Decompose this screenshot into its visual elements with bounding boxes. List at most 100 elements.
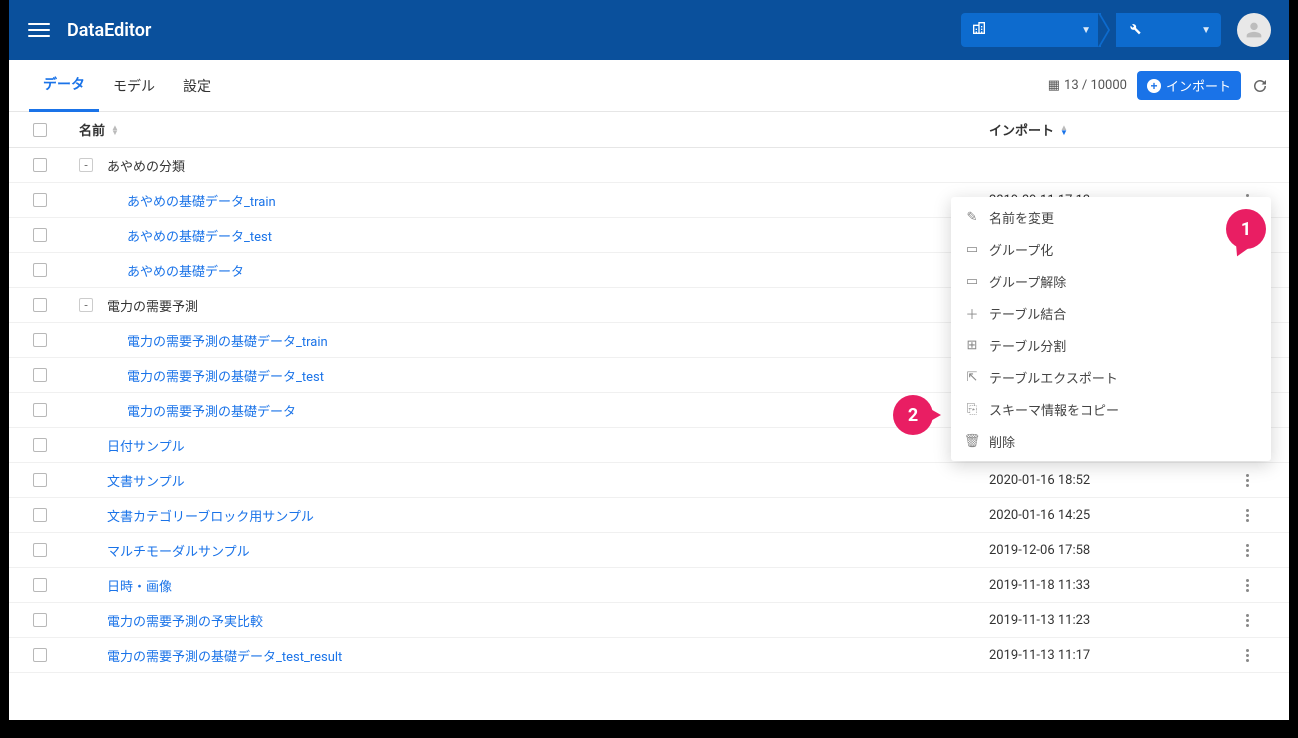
column-name[interactable]: 名前 ▲▼ <box>79 120 989 139</box>
header: DataEditor ▼ ▼ <box>9 0 1289 60</box>
data-table: 名前 ▲▼ インポート ▲▼ -あやめの分類あやめの基礎データ_train 201… <box>9 112 1289 673</box>
tab-settings[interactable]: 設定 <box>169 60 225 112</box>
menu-item[interactable]: ✎ 名前を変更 <box>951 201 1271 233</box>
dataset-link[interactable]: 文書サンプル <box>107 471 185 490</box>
row-checkbox[interactable] <box>33 613 47 627</box>
column-import[interactable]: インポート ▲▼ <box>989 120 1229 139</box>
menu-item-label: グループ解除 <box>989 272 1066 291</box>
tab-data[interactable]: データ <box>29 60 99 112</box>
row-counter: ▦ 13 / 10000 <box>1048 78 1127 93</box>
menu-item-label: 名前を変更 <box>989 208 1054 227</box>
workspace-dropdown[interactable]: ▼ <box>961 13 1101 47</box>
sort-icon: ▲▼ <box>111 125 119 135</box>
chevron-down-icon: ▼ <box>1081 25 1091 36</box>
row-actions-menu[interactable] <box>1239 505 1255 525</box>
dataset-link[interactable]: 日時・画像 <box>107 576 172 595</box>
menu-item[interactable]: ＋ テーブル結合 <box>951 297 1271 329</box>
table-row: マルチモーダルサンプル 2019-12-06 17:58 <box>9 533 1289 568</box>
table-row: 電力の需要予測の基礎データ_test_result 2019-11-13 11:1… <box>9 638 1289 673</box>
menu-item[interactable]: 🗑 削除 <box>951 425 1271 457</box>
row-actions-menu[interactable] <box>1239 470 1255 490</box>
building-icon <box>971 20 987 40</box>
row-actions-menu[interactable] <box>1239 610 1255 630</box>
row-checkbox[interactable] <box>33 263 47 277</box>
collapse-toggle[interactable]: - <box>79 298 93 312</box>
dataset-link[interactable]: 電力の需要予測の予実比較 <box>107 611 263 630</box>
row-checkbox[interactable] <box>33 333 47 347</box>
collapse-toggle[interactable]: - <box>79 158 93 172</box>
menu-item[interactable]: ▭ グループ解除 <box>951 265 1271 297</box>
group-name: 電力の需要予測 <box>107 296 198 315</box>
chevron-down-icon: ▼ <box>1201 25 1211 36</box>
table-icon: ▦ <box>1048 78 1060 93</box>
sort-icon: ▲▼ <box>1060 125 1068 135</box>
menu-item[interactable]: ⊞テーブル分割 <box>951 329 1271 361</box>
row-checkbox[interactable] <box>33 648 47 662</box>
menu-item-label: 削除 <box>989 432 1015 451</box>
select-all-checkbox[interactable] <box>33 123 47 137</box>
import-date: 2020-01-16 18:52 <box>989 473 1229 488</box>
menu-item-label: テーブル結合 <box>989 304 1066 323</box>
dataset-link[interactable]: 文書カテゴリーブロック用サンプル <box>107 506 314 525</box>
menu-item-icon: ⇱ <box>965 370 979 385</box>
row-actions-menu[interactable] <box>1239 540 1255 560</box>
dataset-link[interactable]: あやめの基礎データ <box>127 261 244 280</box>
dataset-link[interactable]: 電力の需要予測の基礎データ_test <box>127 366 324 385</box>
avatar[interactable] <box>1237 13 1271 47</box>
table-row: 文書サンプル 2020-01-16 18:52 <box>9 463 1289 498</box>
dataset-link[interactable]: あやめの基礎データ_test <box>127 226 272 245</box>
row-checkbox[interactable] <box>33 438 47 452</box>
row-checkbox[interactable] <box>33 543 47 557</box>
row-actions-menu[interactable] <box>1239 645 1255 665</box>
wrench-icon <box>1126 20 1142 40</box>
menu-item[interactable]: ⇱ テーブルエクスポート <box>951 361 1271 393</box>
annotation-callout-1: 1 <box>1226 209 1266 249</box>
row-actions-menu[interactable] <box>1239 575 1255 595</box>
user-icon <box>1243 19 1265 41</box>
hamburger-icon[interactable] <box>27 18 51 42</box>
menu-item-icon: 🗑 <box>965 434 979 449</box>
row-checkbox[interactable] <box>33 298 47 312</box>
row-checkbox[interactable] <box>33 578 47 592</box>
tools-dropdown[interactable]: ▼ <box>1116 13 1221 47</box>
dataset-link[interactable]: 日付サンプル <box>107 436 185 455</box>
menu-item-label: テーブルエクスポート <box>989 368 1118 387</box>
refresh-icon[interactable] <box>1251 77 1269 95</box>
menu-item-icon: ▭ <box>965 274 979 289</box>
menu-item-icon: ⎘ <box>965 402 979 417</box>
menu-item-icon: ＋ <box>965 304 979 323</box>
import-date: 2020-01-16 14:25 <box>989 508 1229 523</box>
row-checkbox[interactable] <box>33 473 47 487</box>
menu-item-label: テーブル分割 <box>989 336 1066 355</box>
import-date: 2019-12-06 17:58 <box>989 543 1229 558</box>
row-checkbox[interactable] <box>33 508 47 522</box>
app-window: DataEditor ▼ ▼ データ モデル 設定 ▦ 13 / 10000 <box>9 0 1289 720</box>
menu-item[interactable]: ▭ グループ化 <box>951 233 1271 265</box>
dataset-link[interactable]: マルチモーダルサンプル <box>107 541 250 560</box>
row-checkbox[interactable] <box>33 228 47 242</box>
plus-circle-icon: + <box>1147 79 1161 93</box>
row-checkbox[interactable] <box>33 193 47 207</box>
dataset-link[interactable]: あやめの基礎データ_train <box>127 191 276 210</box>
menu-item-icon: ✎ <box>965 210 979 225</box>
table-row: 電力の需要予測の予実比較2019-11-13 11:23 <box>9 603 1289 638</box>
menu-item-label: グループ化 <box>989 240 1053 259</box>
import-button[interactable]: + インポート <box>1137 71 1241 100</box>
annotation-callout-2: 2 <box>893 395 933 435</box>
dataset-link[interactable]: 電力の需要予測の基礎データ <box>127 401 296 420</box>
row-checkbox[interactable] <box>33 403 47 417</box>
table-row: 日時・画像 2019-11-18 11:33 <box>9 568 1289 603</box>
row-checkbox[interactable] <box>33 368 47 382</box>
app-title: DataEditor <box>67 20 961 41</box>
import-date: 2019-11-13 11:17 <box>989 648 1229 663</box>
dataset-link[interactable]: 電力の需要予測の基礎データ_train <box>127 331 328 350</box>
dataset-link[interactable]: 電力の需要予測の基礎データ_test_result <box>107 646 342 665</box>
menu-item-icon: ▭ <box>965 242 979 257</box>
table-row: -あやめの分類 <box>9 148 1289 183</box>
tab-model[interactable]: モデル <box>99 60 169 112</box>
import-date: 2019-11-18 11:33 <box>989 578 1229 593</box>
context-menu: 1 2 ✎名前を変更▭グループ化▭グループ解除＋テーブル結合⊞テーブル分割⇱テー… <box>951 197 1271 461</box>
row-checkbox[interactable] <box>33 158 47 172</box>
menu-item[interactable]: ⎘スキーマ情報をコピー <box>951 393 1271 425</box>
tab-bar: データ モデル 設定 ▦ 13 / 10000 + インポート <box>9 60 1289 112</box>
